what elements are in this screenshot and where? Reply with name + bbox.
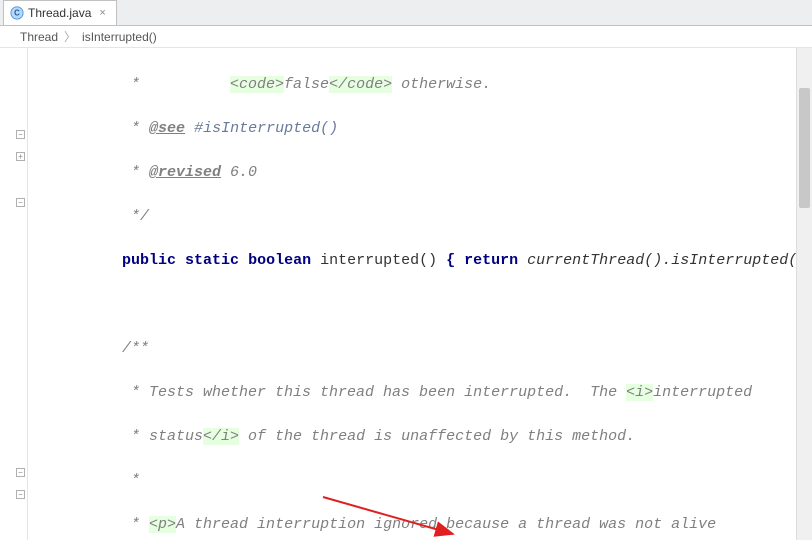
editor-tab-bar: C Thread.java × — [0, 0, 812, 26]
breadcrumb: Thread 〉 isInterrupted() — [0, 26, 812, 48]
file-tab-label: Thread.java — [28, 6, 91, 20]
fold-toggle-icon[interactable]: + — [16, 152, 25, 161]
gutter: − + − − − — [0, 48, 28, 540]
fold-toggle-icon[interactable]: − — [16, 198, 25, 207]
breadcrumb-class[interactable]: Thread — [20, 30, 58, 44]
file-tab-thread-java[interactable]: C Thread.java × — [3, 0, 117, 25]
vertical-scrollbar[interactable] — [796, 48, 812, 540]
fold-toggle-icon[interactable]: − — [16, 468, 25, 477]
close-tab-icon[interactable]: × — [99, 7, 105, 19]
scroll-thumb[interactable] — [799, 88, 810, 208]
java-class-icon: C — [10, 6, 24, 20]
fold-toggle-icon[interactable]: − — [16, 490, 25, 499]
fold-toggle-icon[interactable]: − — [16, 130, 25, 139]
svg-text:C: C — [14, 9, 20, 18]
breadcrumb-method[interactable]: isInterrupted() — [82, 30, 157, 44]
breadcrumb-separator-icon: 〉 — [64, 28, 76, 45]
code-editor[interactable]: − + − − − * <code>false</code> otherwise… — [0, 48, 812, 540]
code-area[interactable]: * <code>false</code> otherwise. * @see #… — [28, 48, 812, 540]
